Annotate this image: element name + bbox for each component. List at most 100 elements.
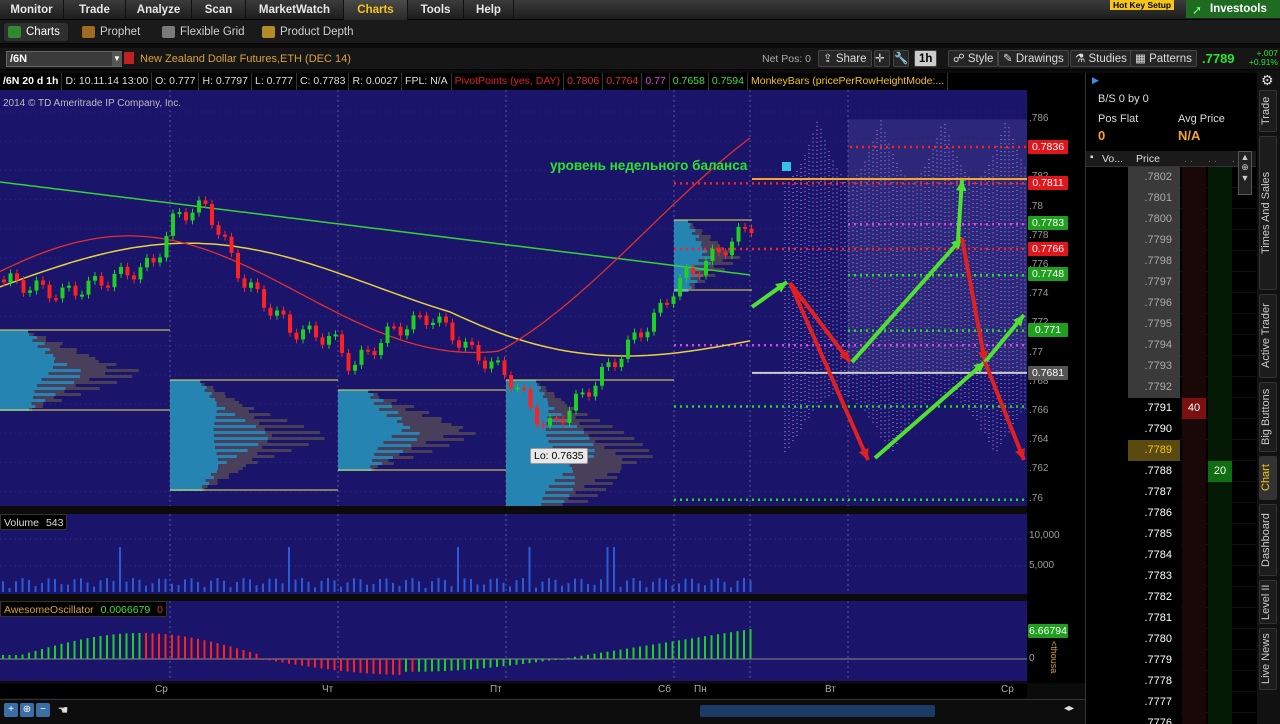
monkeybar-dot xyxy=(796,275,798,277)
monkeybar-dot xyxy=(820,280,822,282)
subtab-prophet[interactable]: Prophet xyxy=(78,23,148,41)
monkeybar-dot xyxy=(836,208,838,210)
volume-profile-bar xyxy=(0,405,36,408)
tab-marketwatch[interactable]: MarketWatch xyxy=(246,0,344,20)
volume-bar xyxy=(749,580,752,592)
monkeybar-dot xyxy=(976,418,978,420)
tab-trade[interactable]: Trade xyxy=(64,0,126,20)
monkeybar-dot xyxy=(836,280,838,282)
monkeybar-dot xyxy=(836,336,838,338)
subtab-flexible-grid[interactable]: Flexible Grid xyxy=(158,23,248,41)
tab-help[interactable]: Help xyxy=(464,0,514,20)
oscillator-bar xyxy=(691,638,693,659)
chevron-down-icon[interactable]: ▼ xyxy=(112,52,122,66)
tab-scan[interactable]: Scan xyxy=(192,0,246,20)
pivot-label[interactable]: PivotPoints (yes, DAY) xyxy=(452,73,565,90)
volume-profile-shade xyxy=(33,396,54,399)
oscillator-bar xyxy=(320,659,323,669)
subtab-flexible-grid-label: Flexible Grid xyxy=(180,26,245,38)
monkeybar-dot xyxy=(876,386,878,388)
forecast-arrow xyxy=(873,360,987,460)
volume-bar xyxy=(15,581,17,592)
monkeybar-dot xyxy=(896,427,898,429)
monkeybar-dot xyxy=(840,226,842,228)
candle-body xyxy=(2,279,6,283)
crosshair-icon[interactable]: ✛ xyxy=(874,50,890,67)
studies-button[interactable]: ⚗ Studies xyxy=(1070,50,1132,67)
monkeybar-dot xyxy=(836,316,838,318)
tab-analyze[interactable]: Analyze xyxy=(126,0,192,20)
oscillator-bar xyxy=(8,655,11,659)
tab-tools[interactable]: Tools xyxy=(408,0,464,20)
volume-profile-shade xyxy=(234,413,271,416)
monkeybar-dot xyxy=(900,406,902,408)
monkeybar-dot xyxy=(844,349,846,351)
monkeybar-dot xyxy=(820,388,822,390)
oscillator-bar xyxy=(424,659,427,672)
oscillator-bar xyxy=(652,644,654,659)
candle-body xyxy=(177,212,182,215)
annotation-marker-icon[interactable] xyxy=(782,162,791,171)
monkeybar-dot xyxy=(808,276,810,278)
monkeybar-dot xyxy=(800,239,802,241)
oscillator-pane[interactable]: AwesomeOscillator 0.0066679 0 xyxy=(0,601,1027,681)
share-button[interactable]: ⇪ Share xyxy=(818,50,872,67)
monkeybar-dot xyxy=(808,208,810,210)
monkeybar-dot xyxy=(820,240,822,242)
volume-profile-shade xyxy=(211,392,225,395)
tab-charts[interactable]: Charts xyxy=(344,0,408,20)
volume-profile-shade xyxy=(545,428,584,431)
volume-profile-shade xyxy=(548,440,596,443)
candle-body xyxy=(574,393,578,411)
monkeybar-dot xyxy=(992,436,994,438)
monkeybar-dot xyxy=(808,188,810,190)
monkeybar-dot xyxy=(828,295,830,297)
monkeybar-dot xyxy=(788,194,790,196)
price-chart[interactable]: 2014 © TD Ameritrade IP Company, Inc. ур… xyxy=(0,90,1027,506)
monkeybar-dot xyxy=(812,377,814,379)
monkeybar-dot xyxy=(788,222,790,224)
subtab-product-depth[interactable]: Product Depth xyxy=(258,23,354,41)
patterns-button[interactable]: ▦ Patterns xyxy=(1130,50,1197,67)
timeframe-button[interactable]: 1h xyxy=(914,50,938,67)
style-button[interactable]: ☍ Style xyxy=(948,50,999,67)
monkeybar-dot xyxy=(868,388,870,390)
monkeybar-dot xyxy=(904,387,906,389)
tab-monitor[interactable]: Monitor xyxy=(0,0,64,20)
ao-value-tag: 6.66794 xyxy=(1028,624,1068,638)
volume-profile-bar xyxy=(0,354,54,357)
monkeybar-dot xyxy=(820,148,822,150)
monkeybar-dot xyxy=(804,171,806,173)
monkeybar-dot xyxy=(824,212,826,214)
drawings-button[interactable]: ✎ Drawings xyxy=(998,50,1069,67)
monkeybar-dot xyxy=(816,129,818,131)
monkeybar-dot xyxy=(812,409,814,411)
monkeybar-dot xyxy=(840,190,842,192)
volume-profile-bar xyxy=(0,333,30,336)
monkeybars-label[interactable]: MonkeyBars (pricePerRowHeightMode:... xyxy=(748,73,949,90)
info-close: C: 0.7783 xyxy=(297,73,350,90)
symbol-input[interactable]: /6N xyxy=(6,51,122,67)
symbol-flag-icon[interactable] xyxy=(124,52,134,64)
oscillator-bar xyxy=(132,633,134,659)
candle-body xyxy=(691,268,695,274)
monkeybar-dot xyxy=(976,402,978,404)
monkeybar-dot xyxy=(856,402,858,404)
monkeybar-dot xyxy=(828,199,830,201)
monkeybar-dot xyxy=(784,451,786,453)
monkeybar-dot xyxy=(876,410,878,412)
monkeybar-dot xyxy=(824,236,826,238)
chart-info-bar: /6N 20 d 1h D: 10.11.14 13:00 O: 0.777 H: 0… xyxy=(0,73,1027,90)
monkeybar-dot xyxy=(840,194,842,196)
candle-body xyxy=(697,273,702,276)
monkeybar-dot xyxy=(796,367,798,369)
subtab-charts[interactable]: Charts xyxy=(4,23,68,41)
hot-key-setup-link[interactable]: Hot Key Setup xyxy=(1110,0,1175,10)
monkeybar-dot xyxy=(804,275,806,277)
monkeybar-dot xyxy=(844,257,846,259)
wrench-icon[interactable]: 🔧 xyxy=(893,50,909,67)
volume-bar xyxy=(359,579,362,592)
monkeybar-dot xyxy=(804,163,806,165)
monkeybar-dot xyxy=(888,395,890,397)
volume-pane[interactable]: Volume 543 xyxy=(0,514,1027,594)
